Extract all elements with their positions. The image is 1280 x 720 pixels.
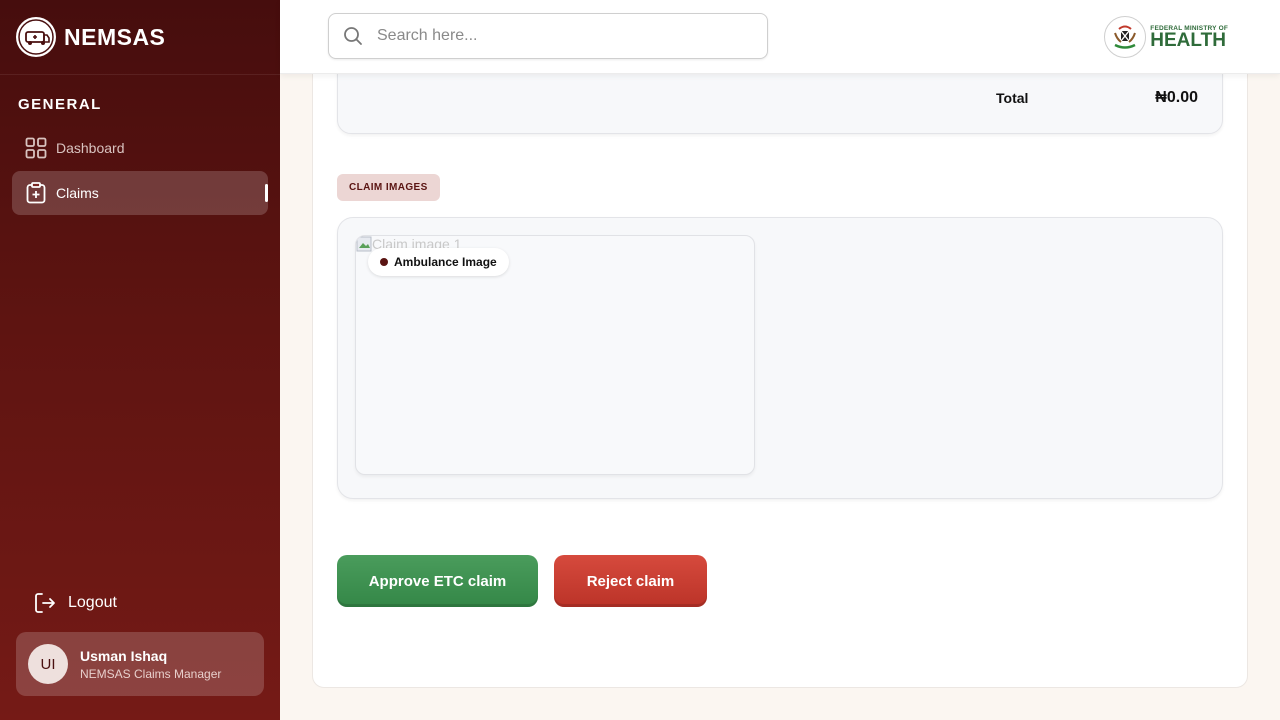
- active-indicator: [265, 184, 268, 202]
- search-box[interactable]: [328, 13, 768, 59]
- search-input[interactable]: [377, 27, 757, 45]
- logout-label: Logout: [68, 594, 117, 611]
- clipboard-plus-icon: [24, 181, 48, 205]
- sidebar-section-label: GENERAL: [18, 96, 102, 113]
- coat-of-arms-icon: [1104, 16, 1147, 58]
- search-icon: [343, 26, 363, 46]
- sidebar-item-dashboard[interactable]: Dashboard: [12, 126, 268, 170]
- logout-button[interactable]: Logout: [34, 592, 117, 614]
- ministry-big-text: HEALTH: [1150, 29, 1226, 51]
- sidebar-item-label: Claims: [56, 185, 99, 201]
- reject-claim-button[interactable]: Reject claim: [554, 555, 707, 607]
- broken-image-icon: [356, 236, 372, 252]
- dot-icon: [380, 258, 388, 266]
- image-label-chip: Ambulance Image: [368, 248, 509, 276]
- grid-icon: [24, 136, 48, 160]
- brand-name: NEMSAS: [64, 23, 166, 50]
- total-value: ₦0.00: [1155, 89, 1198, 106]
- sidebar-item-claims[interactable]: Claims: [12, 171, 268, 215]
- avatar: UI: [28, 644, 68, 684]
- user-name: Usman Ishaq: [80, 647, 168, 664]
- logout-icon: [34, 592, 56, 614]
- user-role: NEMSAS Claims Manager: [80, 666, 222, 681]
- nemsas-logo-icon: [16, 17, 56, 57]
- claim-images-card: Claim image 1 Ambulance Image: [337, 217, 1223, 499]
- user-profile-card[interactable]: UI Usman Ishaq NEMSAS Claims Manager: [16, 632, 264, 696]
- image-label-text: Ambulance Image: [394, 255, 497, 269]
- approve-claim-button[interactable]: Approve ETC claim: [337, 555, 538, 607]
- ministry-logo: FEDERAL MINISTRY OF HEALTH: [1104, 16, 1228, 58]
- sidebar: NEMSAS GENERAL Dashboard Claims Logout U…: [0, 0, 280, 720]
- topbar: FEDERAL MINISTRY OF HEALTH: [280, 0, 1280, 74]
- brand[interactable]: NEMSAS: [0, 0, 280, 75]
- sidebar-item-label: Dashboard: [56, 140, 125, 156]
- claim-image-tile[interactable]: Claim image 1 Ambulance Image: [355, 235, 755, 475]
- total-label: Total: [996, 90, 1029, 106]
- claim-images-badge: CLAIM IMAGES: [337, 174, 440, 201]
